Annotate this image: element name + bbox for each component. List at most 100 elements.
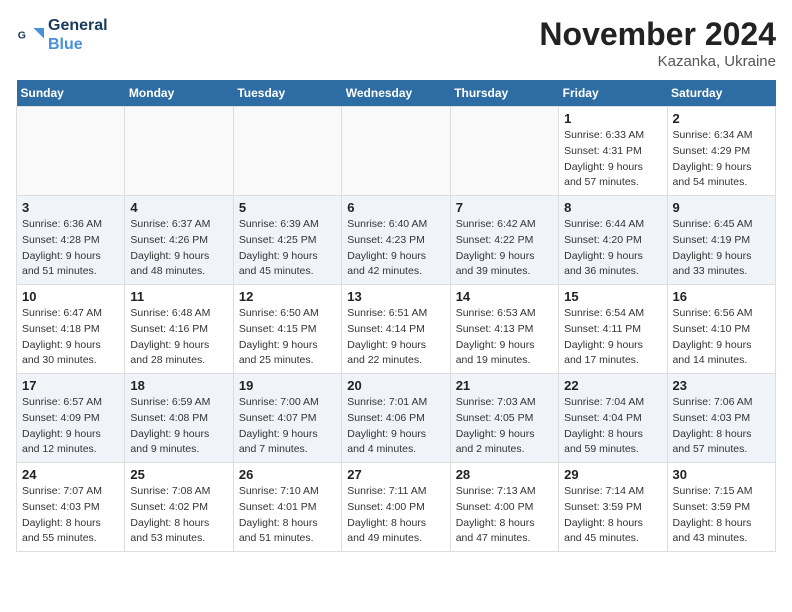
day-info: Sunrise: 6:45 AM Sunset: 4:19 PM Dayligh…	[673, 217, 770, 280]
day-cell: 27 Sunrise: 7:11 AM Sunset: 4:00 PM Dayli…	[342, 463, 450, 552]
day-info: Sunrise: 6:44 AM Sunset: 4:20 PM Dayligh…	[564, 217, 661, 280]
day-number: 26	[239, 467, 336, 482]
day-cell: 14Sunrise: 6:53 AM Sunset: 4:13 PM Dayli…	[450, 285, 558, 374]
day-info: Sunrise: 6:39 AM Sunset: 4:25 PM Dayligh…	[239, 217, 336, 280]
header-friday: Friday	[559, 80, 667, 107]
title-block: November 2024 Kazanka, Ukraine	[539, 16, 776, 70]
page-header: G General Blue November 2024 Kazanka, Uk…	[16, 16, 776, 70]
day-cell: 28Sunrise: 7:13 AM Sunset: 4:00 PM Dayli…	[450, 463, 558, 552]
day-cell: 13 Sunrise: 6:51 AM Sunset: 4:14 PM Dayli…	[342, 285, 450, 374]
week-row-2: 3 Sunrise: 6:36 AM Sunset: 4:28 PM Daylig…	[17, 196, 776, 285]
day-cell	[233, 107, 341, 196]
day-info: Sunrise: 6:56 AM Sunset: 4:10 PM Dayligh…	[673, 306, 770, 369]
day-cell	[17, 107, 125, 196]
day-number: 4	[130, 200, 227, 215]
svg-text:G: G	[18, 30, 26, 42]
day-cell: 19 Sunrise: 7:00 AM Sunset: 4:07 PM Dayli…	[233, 374, 341, 463]
day-cell	[125, 107, 233, 196]
day-cell: 30 Sunrise: 7:15 AM Sunset: 3:59 PM Dayli…	[667, 463, 775, 552]
day-number: 20	[347, 378, 444, 393]
logo: G General Blue	[16, 16, 108, 54]
week-row-1: 1Sunrise: 6:33 AM Sunset: 4:31 PM Daylig…	[17, 107, 776, 196]
day-number: 10	[22, 289, 119, 304]
day-cell: 10Sunrise: 6:47 AM Sunset: 4:18 PM Dayli…	[17, 285, 125, 374]
day-number: 11	[130, 289, 227, 304]
day-cell: 9Sunrise: 6:45 AM Sunset: 4:19 PM Daylig…	[667, 196, 775, 285]
day-cell: 22Sunrise: 7:04 AM Sunset: 4:04 PM Dayli…	[559, 374, 667, 463]
day-number: 7	[456, 200, 553, 215]
calendar-header-row: SundayMondayTuesdayWednesdayThursdayFrid…	[17, 80, 776, 107]
day-number: 16	[673, 289, 770, 304]
day-number: 24	[22, 467, 119, 482]
day-number: 28	[456, 467, 553, 482]
day-number: 30	[673, 467, 770, 482]
day-info: Sunrise: 6:50 AM Sunset: 4:15 PM Dayligh…	[239, 306, 336, 369]
day-number: 29	[564, 467, 661, 482]
day-info: Sunrise: 7:15 AM Sunset: 3:59 PM Dayligh…	[673, 484, 770, 547]
day-number: 1	[564, 111, 661, 126]
day-cell: 3 Sunrise: 6:36 AM Sunset: 4:28 PM Daylig…	[17, 196, 125, 285]
logo-line1: General	[48, 16, 108, 35]
day-cell: 17 Sunrise: 6:57 AM Sunset: 4:09 PM Dayli…	[17, 374, 125, 463]
header-tuesday: Tuesday	[233, 80, 341, 107]
day-info: Sunrise: 7:04 AM Sunset: 4:04 PM Dayligh…	[564, 395, 661, 458]
day-info: Sunrise: 6:57 AM Sunset: 4:09 PM Dayligh…	[22, 395, 119, 458]
month-title: November 2024	[539, 16, 776, 53]
day-info: Sunrise: 7:00 AM Sunset: 4:07 PM Dayligh…	[239, 395, 336, 458]
header-sunday: Sunday	[17, 80, 125, 107]
day-number: 15	[564, 289, 661, 304]
day-number: 17	[22, 378, 119, 393]
day-cell	[450, 107, 558, 196]
day-info: Sunrise: 6:51 AM Sunset: 4:14 PM Dayligh…	[347, 306, 444, 369]
day-number: 18	[130, 378, 227, 393]
week-row-3: 10Sunrise: 6:47 AM Sunset: 4:18 PM Dayli…	[17, 285, 776, 374]
day-cell: 11Sunrise: 6:48 AM Sunset: 4:16 PM Dayli…	[125, 285, 233, 374]
day-cell: 29Sunrise: 7:14 AM Sunset: 3:59 PM Dayli…	[559, 463, 667, 552]
day-cell: 23 Sunrise: 7:06 AM Sunset: 4:03 PM Dayli…	[667, 374, 775, 463]
day-number: 12	[239, 289, 336, 304]
location: Kazanka, Ukraine	[539, 53, 776, 70]
day-cell: 12 Sunrise: 6:50 AM Sunset: 4:15 PM Dayli…	[233, 285, 341, 374]
day-info: Sunrise: 7:11 AM Sunset: 4:00 PM Dayligh…	[347, 484, 444, 547]
logo-icon: G	[16, 21, 44, 49]
day-number: 23	[673, 378, 770, 393]
calendar-table: SundayMondayTuesdayWednesdayThursdayFrid…	[16, 80, 776, 552]
day-cell: 1Sunrise: 6:33 AM Sunset: 4:31 PM Daylig…	[559, 107, 667, 196]
day-cell: 15 Sunrise: 6:54 AM Sunset: 4:11 PM Dayli…	[559, 285, 667, 374]
week-row-4: 17 Sunrise: 6:57 AM Sunset: 4:09 PM Dayli…	[17, 374, 776, 463]
day-info: Sunrise: 7:06 AM Sunset: 4:03 PM Dayligh…	[673, 395, 770, 458]
header-saturday: Saturday	[667, 80, 775, 107]
day-cell	[342, 107, 450, 196]
day-info: Sunrise: 7:01 AM Sunset: 4:06 PM Dayligh…	[347, 395, 444, 458]
day-info: Sunrise: 6:40 AM Sunset: 4:23 PM Dayligh…	[347, 217, 444, 280]
day-cell: 16 Sunrise: 6:56 AM Sunset: 4:10 PM Dayli…	[667, 285, 775, 374]
day-info: Sunrise: 6:37 AM Sunset: 4:26 PM Dayligh…	[130, 217, 227, 280]
day-number: 19	[239, 378, 336, 393]
logo-line2: Blue	[48, 35, 108, 54]
day-cell: 4 Sunrise: 6:37 AM Sunset: 4:26 PM Daylig…	[125, 196, 233, 285]
day-cell: 18Sunrise: 6:59 AM Sunset: 4:08 PM Dayli…	[125, 374, 233, 463]
day-number: 8	[564, 200, 661, 215]
day-number: 27	[347, 467, 444, 482]
day-cell: 6 Sunrise: 6:40 AM Sunset: 4:23 PM Daylig…	[342, 196, 450, 285]
day-number: 21	[456, 378, 553, 393]
day-number: 5	[239, 200, 336, 215]
day-info: Sunrise: 6:36 AM Sunset: 4:28 PM Dayligh…	[22, 217, 119, 280]
day-number: 6	[347, 200, 444, 215]
day-info: Sunrise: 7:08 AM Sunset: 4:02 PM Dayligh…	[130, 484, 227, 547]
header-thursday: Thursday	[450, 80, 558, 107]
day-number: 13	[347, 289, 444, 304]
day-number: 25	[130, 467, 227, 482]
day-info: Sunrise: 7:10 AM Sunset: 4:01 PM Dayligh…	[239, 484, 336, 547]
day-info: Sunrise: 6:54 AM Sunset: 4:11 PM Dayligh…	[564, 306, 661, 369]
day-info: Sunrise: 7:07 AM Sunset: 4:03 PM Dayligh…	[22, 484, 119, 547]
day-cell: 21Sunrise: 7:03 AM Sunset: 4:05 PM Dayli…	[450, 374, 558, 463]
day-info: Sunrise: 6:42 AM Sunset: 4:22 PM Dayligh…	[456, 217, 553, 280]
day-cell: 24 Sunrise: 7:07 AM Sunset: 4:03 PM Dayli…	[17, 463, 125, 552]
week-row-5: 24 Sunrise: 7:07 AM Sunset: 4:03 PM Dayli…	[17, 463, 776, 552]
day-cell: 26 Sunrise: 7:10 AM Sunset: 4:01 PM Dayli…	[233, 463, 341, 552]
header-monday: Monday	[125, 80, 233, 107]
day-number: 3	[22, 200, 119, 215]
day-cell: 25 Sunrise: 7:08 AM Sunset: 4:02 PM Dayli…	[125, 463, 233, 552]
day-number: 2	[673, 111, 770, 126]
